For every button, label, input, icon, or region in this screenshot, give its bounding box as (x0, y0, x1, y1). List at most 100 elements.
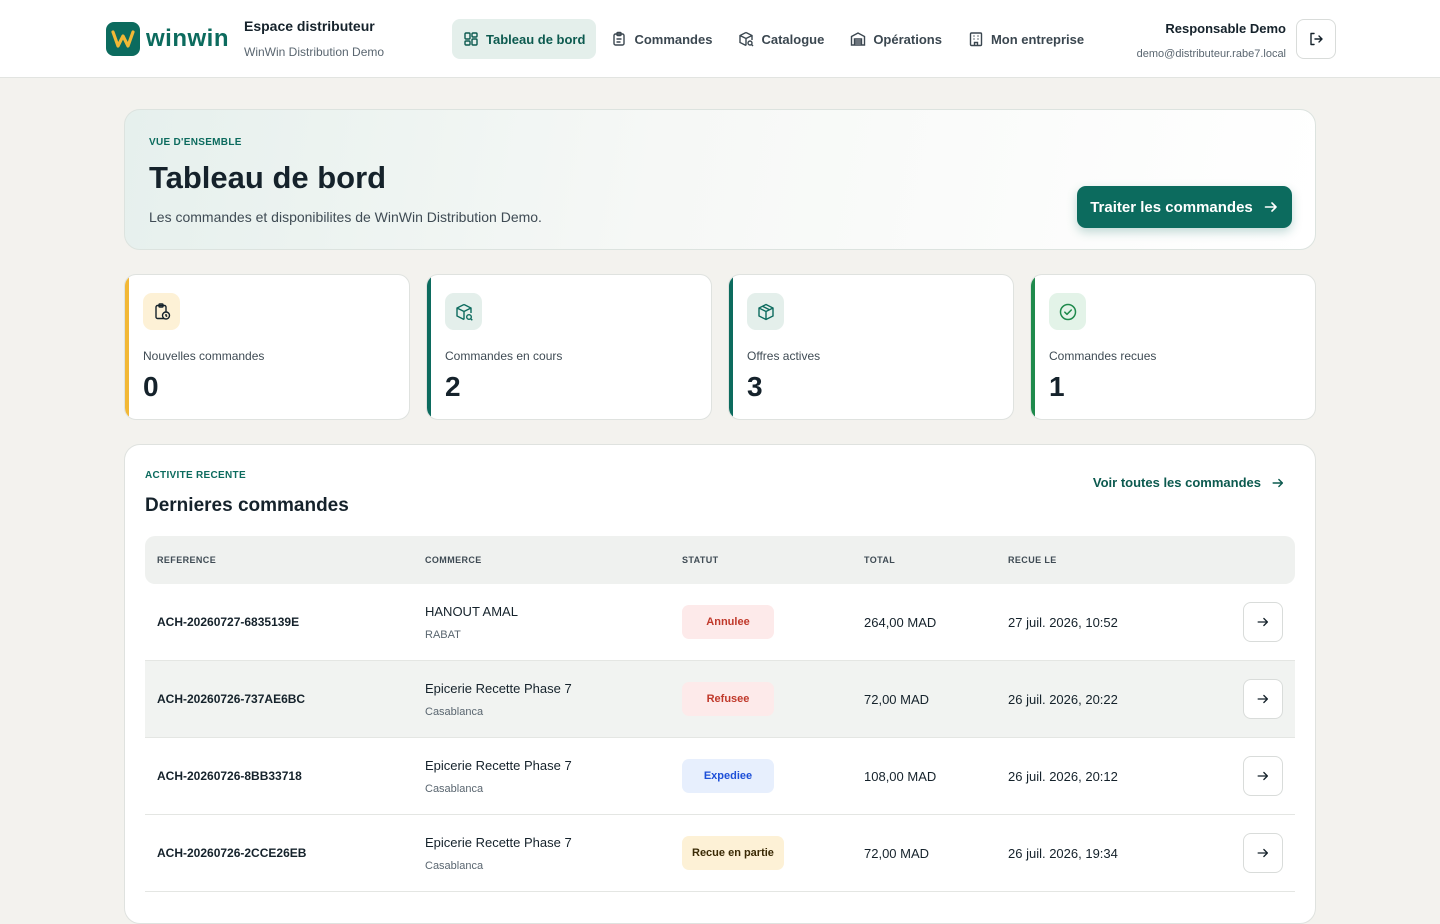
table-row[interactable]: ACH-20260726-737AE6BC Epicerie Recette P… (145, 661, 1295, 738)
panel-eyebrow: ACTIVITE RECENTE (145, 470, 246, 481)
company-name: WinWin Distribution Demo (244, 45, 385, 59)
process-orders-button[interactable]: Traiter les commandes (1077, 186, 1292, 228)
nav-label: Opérations (873, 31, 942, 47)
warehouse-icon (851, 32, 866, 46)
column-header: REFERENCE (157, 555, 217, 565)
box-search-icon (445, 293, 482, 330)
stat-value: 0 (143, 371, 159, 402)
open-order-button[interactable] (1243, 833, 1283, 873)
shop-city: Casablanca (425, 705, 484, 718)
order-reference: ACH-20260726-8BB33718 (157, 769, 302, 783)
logout-button[interactable] (1296, 19, 1336, 59)
nav-label: Catalogue (761, 31, 825, 47)
arrow-right-icon (1264, 202, 1277, 212)
order-reference: ACH-20260727-6835139E (157, 615, 300, 629)
order-date: 26 juil. 2026, 20:22 (1008, 691, 1118, 707)
order-shop: HANOUT AMAL RABAT (425, 604, 518, 641)
shop-name: Epicerie Recette Phase 7 (425, 757, 572, 773)
order-total: 264,00 MAD (864, 614, 937, 630)
nav-operations[interactable]: Opérations (839, 19, 953, 59)
table-row[interactable]: ACH-20260726-2CCE26EB Epicerie Recette P… (145, 815, 1295, 892)
shop-city: RABAT (425, 628, 461, 641)
space-info: Espace distributeur WinWin Distribution … (244, 18, 384, 59)
arrow-right-icon (1257, 617, 1269, 627)
open-order-button[interactable] (1243, 602, 1283, 642)
recent-orders-panel: ACTIVITE RECENTE Dernieres commandes Voi… (124, 444, 1316, 924)
shop-name: Epicerie Recette Phase 7 (425, 834, 572, 850)
check-circle-icon (1049, 293, 1086, 330)
box-search-icon (739, 31, 754, 47)
stat-card-orders-in-progress[interactable]: Commandes en cours 2 (426, 274, 712, 420)
order-reference: ACH-20260726-737AE6BC (157, 692, 306, 706)
nav-catalogue[interactable]: Catalogue (727, 19, 835, 59)
box-check-icon (747, 293, 784, 330)
building-icon (969, 32, 983, 47)
main-nav: Tableau de bord Commandes Catalogue Opér… (452, 19, 1095, 59)
stat-card-new-orders[interactable]: Nouvelles commandes 0 (124, 274, 410, 420)
see-all-orders-link[interactable]: Voir toutes les commandes (1093, 475, 1285, 490)
hero-eyebrow: VUE D'ENSEMBLE (149, 137, 242, 148)
arrow-right-icon (1257, 694, 1269, 704)
status-badge: Annulee (682, 605, 774, 639)
status-badge: Recue en partie (682, 836, 784, 870)
column-header: RECUE LE (1008, 555, 1057, 565)
stat-label: Offres actives (747, 349, 821, 363)
page-title: Tableau de bord (149, 160, 387, 195)
nav-label: Mon entreprise (990, 31, 1085, 47)
arrow-right-icon (1272, 478, 1284, 487)
status-badge: Expediee (682, 759, 774, 793)
nav-commandes[interactable]: Commandes (600, 19, 723, 59)
arrow-right-icon (1257, 848, 1269, 858)
logo-mark-icon (106, 22, 140, 56)
shop-name: HANOUT AMAL (425, 603, 518, 619)
dashboard-icon (464, 32, 478, 46)
stat-label: Commandes recues (1049, 349, 1157, 363)
shop-city: Casablanca (425, 859, 484, 872)
table-header: REFERENCE COMMERCE STATUT TOTAL RECUE LE (145, 536, 1295, 584)
arrow-right-icon (1257, 771, 1269, 781)
order-total: 108,00 MAD (864, 768, 937, 784)
order-reference: ACH-20260726-2CCE26EB (157, 846, 307, 860)
open-order-button[interactable] (1243, 756, 1283, 796)
stat-value: 1 (1049, 371, 1065, 402)
stat-card-active-offers[interactable]: Offres actives 3 (728, 274, 1014, 420)
cta-label: Traiter les commandes (1090, 198, 1253, 216)
order-date: 26 juil. 2026, 19:34 (1008, 845, 1118, 861)
column-header: TOTAL (864, 555, 896, 565)
orders-table: REFERENCE COMMERCE STATUT TOTAL RECUE LE… (145, 536, 1295, 892)
order-date: 26 juil. 2026, 20:12 (1008, 768, 1118, 784)
stat-label: Commandes en cours (445, 349, 563, 363)
see-all-label: Voir toutes les commandes (1092, 475, 1261, 490)
clipboard-clock-icon (143, 293, 180, 330)
order-date: 27 juil. 2026, 10:52 (1008, 614, 1118, 630)
order-shop: Epicerie Recette Phase 7 Casablanca (425, 758, 572, 795)
column-header: COMMERCE (425, 555, 482, 565)
user-info: Responsable Demo demo@distributeur.rabe7… (1137, 21, 1286, 60)
open-order-button[interactable] (1243, 679, 1283, 719)
shop-name: Epicerie Recette Phase 7 (425, 680, 572, 696)
logout-icon (1310, 32, 1323, 46)
top-navbar: winwin Espace distributeur WinWin Distri… (0, 0, 1440, 78)
nav-label: Tableau de bord (486, 31, 586, 47)
table-row[interactable]: ACH-20260727-6835139E HANOUT AMAL RABAT … (145, 584, 1295, 661)
stat-value: 2 (445, 371, 461, 402)
clipboard-icon (613, 31, 626, 46)
order-total: 72,00 MAD (864, 845, 930, 861)
panel-title: Dernieres commandes (145, 495, 349, 516)
order-total: 72,00 MAD (864, 691, 930, 707)
user-name: Responsable Demo (1165, 21, 1286, 36)
table-row[interactable]: ACH-20260726-8BB33718 Epicerie Recette P… (145, 738, 1295, 815)
nav-label: Commandes (634, 31, 713, 47)
space-title: Espace distributeur (244, 18, 375, 34)
user-email: demo@distributeur.rabe7.local (1136, 48, 1286, 60)
hero-subtitle: Les commandes et disponibilites de WinWi… (149, 209, 542, 225)
order-shop: Epicerie Recette Phase 7 Casablanca (425, 835, 572, 872)
brand-logo[interactable]: winwin (106, 22, 229, 56)
nav-tableau-de-bord[interactable]: Tableau de bord (452, 19, 597, 59)
column-header: STATUT (682, 555, 719, 565)
logo-text: winwin (146, 25, 229, 52)
order-shop: Epicerie Recette Phase 7 Casablanca (425, 681, 572, 718)
stat-label: Nouvelles commandes (143, 349, 265, 363)
nav-mon-entreprise[interactable]: Mon entreprise (957, 19, 1095, 59)
stat-card-received-orders[interactable]: Commandes recues 1 (1030, 274, 1316, 420)
